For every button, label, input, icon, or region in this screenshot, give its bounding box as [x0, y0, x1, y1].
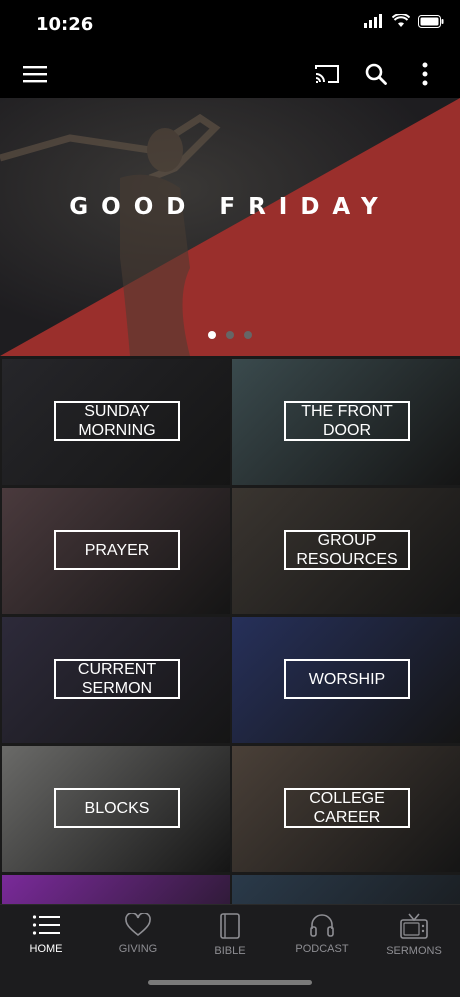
wifi-icon	[392, 14, 410, 27]
tab-bible[interactable]: BIBLE	[184, 913, 276, 969]
tile-college-career[interactable]: COLLEGE CAREER	[232, 746, 460, 872]
tile-photo	[232, 875, 460, 904]
tile-the-front-door[interactable]: THE FRONT DOOR	[232, 359, 460, 485]
menu-button[interactable]	[13, 50, 57, 98]
search-icon	[365, 63, 387, 85]
carousel-dot[interactable]	[244, 331, 252, 339]
hamburger-icon	[23, 66, 47, 83]
tv-icon	[400, 913, 428, 939]
status-icons	[364, 14, 444, 28]
tile-current-sermon[interactable]: CURRENT SERMON	[2, 617, 230, 743]
tile-worship[interactable]: WORSHIP	[232, 617, 460, 743]
cast-icon	[315, 65, 339, 83]
hero-title: GOOD FRIDAY	[69, 194, 391, 220]
tile-partial[interactable]	[2, 875, 230, 904]
battery-icon	[418, 14, 444, 28]
status-bar: 10:26	[0, 0, 460, 50]
tile-label: PRAYER	[54, 530, 180, 570]
headphones-icon	[310, 914, 334, 937]
book-icon	[220, 913, 240, 939]
signal-icon	[364, 14, 382, 28]
more-options-button[interactable]	[403, 50, 447, 98]
tab-giving[interactable]: GIVING	[92, 913, 184, 969]
tile-label: GROUP RESOURCES	[284, 530, 410, 570]
tile-label: THE FRONT DOOR	[284, 401, 410, 441]
tile-label: WORSHIP	[284, 659, 410, 699]
home-indicator	[148, 980, 312, 985]
tab-podcast[interactable]: PODCAST	[276, 913, 368, 969]
tile-blocks[interactable]: BLOCKS	[2, 746, 230, 872]
list-icon	[32, 915, 60, 935]
search-button[interactable]	[354, 50, 398, 98]
category-grid: SUNDAY MORNING THE FRONT DOOR PRAYER GRO…	[0, 356, 460, 904]
hero-banner[interactable]: GOOD FRIDAY	[0, 98, 460, 356]
tile-photo	[2, 875, 230, 904]
app-bar	[0, 50, 460, 98]
hero-background	[0, 98, 460, 356]
tile-group-resources[interactable]: GROUP RESOURCES	[232, 488, 460, 614]
tile-label: BLOCKS	[54, 788, 180, 828]
tile-sunday-morning[interactable]: SUNDAY MORNING	[2, 359, 230, 485]
tab-label: HOME	[29, 943, 63, 955]
cast-button[interactable]	[305, 50, 349, 98]
carousel-dot[interactable]	[226, 331, 234, 339]
tab-label: GIVING	[118, 943, 158, 955]
tile-label: CURRENT SERMON	[54, 659, 180, 699]
tile-label: SUNDAY MORNING	[54, 401, 180, 441]
tab-home[interactable]: HOME	[0, 913, 92, 969]
carousel-dots[interactable]	[0, 331, 460, 339]
tab-sermons[interactable]: SERMONS	[368, 913, 460, 969]
tile-prayer[interactable]: PRAYER	[2, 488, 230, 614]
tile-label: COLLEGE CAREER	[284, 788, 410, 828]
tile-partial[interactable]	[232, 875, 460, 904]
tab-label: PODCAST	[295, 943, 349, 955]
heart-icon	[125, 913, 151, 937]
tab-label: SERMONS	[386, 945, 442, 957]
tab-label: BIBLE	[214, 945, 246, 957]
more-vertical-icon	[422, 62, 428, 86]
status-time: 10:26	[36, 14, 94, 35]
carousel-dot[interactable]	[208, 331, 216, 339]
